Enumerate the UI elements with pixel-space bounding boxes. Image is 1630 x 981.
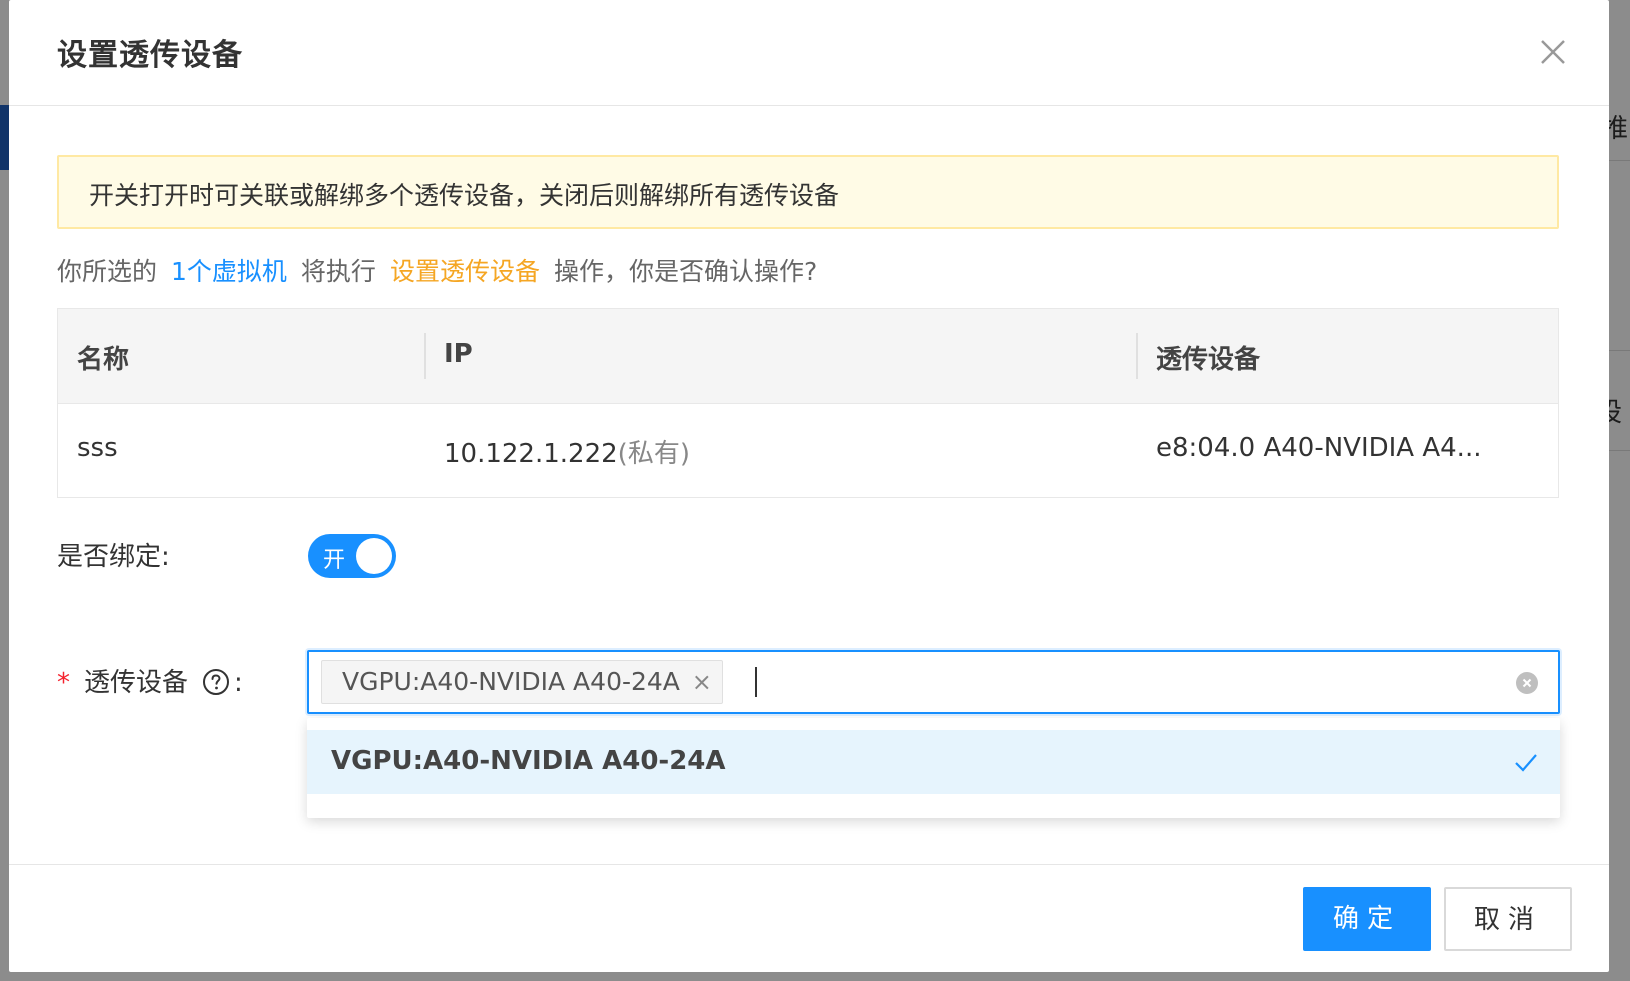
switch-text: 开 — [323, 548, 346, 573]
column-header-ip: IP — [444, 339, 473, 369]
column-divider — [1136, 333, 1138, 379]
required-mark: * — [57, 668, 70, 698]
cell-ip: 10.122.1.222(私有) — [444, 433, 690, 470]
confirm-button[interactable]: 确定 — [1303, 887, 1431, 951]
table-header: 名称 IP 透传设备 — [58, 309, 1558, 404]
set-passthrough-device-dialog: 设置透传设备 开关打开时可关联或解绑多个透传设备，关闭后则解绑所有透传设备 你所… — [9, 0, 1609, 972]
check-icon — [1515, 754, 1537, 772]
clear-icon[interactable] — [1516, 672, 1538, 694]
text-cursor — [755, 667, 757, 697]
device-label-colon: : — [234, 668, 243, 698]
dialog-header: 设置透传设备 — [9, 0, 1609, 106]
close-button[interactable] — [1535, 34, 1571, 70]
cancel-button[interactable]: 取消 — [1444, 887, 1572, 951]
bind-label: 是否绑定: — [57, 542, 170, 572]
selected-tag-label: VGPU:A40-NVIDIA A40-24A — [342, 667, 680, 696]
bind-switch[interactable]: 开 — [308, 534, 396, 578]
device-select[interactable]: VGPU:A40-NVIDIA A40-24A × — [307, 650, 1560, 714]
option-label: VGPU:A40-NVIDIA A40-24A — [331, 746, 726, 776]
dialog-footer: 确定 取消 — [9, 864, 1609, 973]
device-field-label: * 透传设备 : — [57, 662, 243, 700]
device-dropdown: VGPU:A40-NVIDIA A40-24A — [307, 718, 1560, 818]
notice-banner: 开关打开时可关联或解绑多个透传设备，关闭后则解绑所有透传设备 — [57, 155, 1559, 229]
dropdown-option[interactable]: VGPU:A40-NVIDIA A40-24A — [307, 730, 1560, 794]
cell-name: sss — [77, 433, 118, 463]
cell-device: e8:04.0 A40-NVIDIA A4... — [1156, 433, 1482, 463]
ip-address: 10.122.1.222 — [444, 439, 618, 469]
notice-text: 开关打开时可关联或解绑多个透传设备，关闭后则解绑所有透传设备 — [89, 181, 840, 210]
confirm-message: 你所选的 1个虚拟机 将执行 设置透传设备 操作，你是否确认操作? — [57, 252, 817, 288]
switch-knob — [356, 538, 392, 574]
column-divider — [424, 333, 426, 379]
dialog-title: 设置透传设备 — [57, 38, 243, 73]
selected-tag: VGPU:A40-NVIDIA A40-24A × — [321, 660, 723, 704]
remove-tag-icon[interactable]: × — [692, 661, 712, 703]
confirm-middle: 将执行 — [300, 257, 376, 286]
close-icon — [1541, 40, 1565, 64]
vm-table: 名称 IP 透传设备 sss 10.122.1.222(私有) e8:04.0 … — [57, 308, 1559, 498]
confirm-suffix: 操作，你是否确认操作? — [553, 257, 818, 286]
confirm-target: 1个虚拟机 — [171, 257, 287, 286]
table-row: sss 10.122.1.222(私有) e8:04.0 A40-NVIDIA … — [58, 403, 1558, 497]
help-icon[interactable] — [202, 668, 230, 696]
ip-type: (私有) — [617, 439, 690, 469]
confirm-action: 设置透传设备 — [389, 257, 540, 286]
device-label-text: 透传设备 — [84, 668, 189, 698]
column-header-name: 名称 — [77, 345, 130, 375]
column-header-device: 透传设备 — [1156, 345, 1261, 375]
confirm-prefix: 你所选的 — [57, 257, 158, 286]
